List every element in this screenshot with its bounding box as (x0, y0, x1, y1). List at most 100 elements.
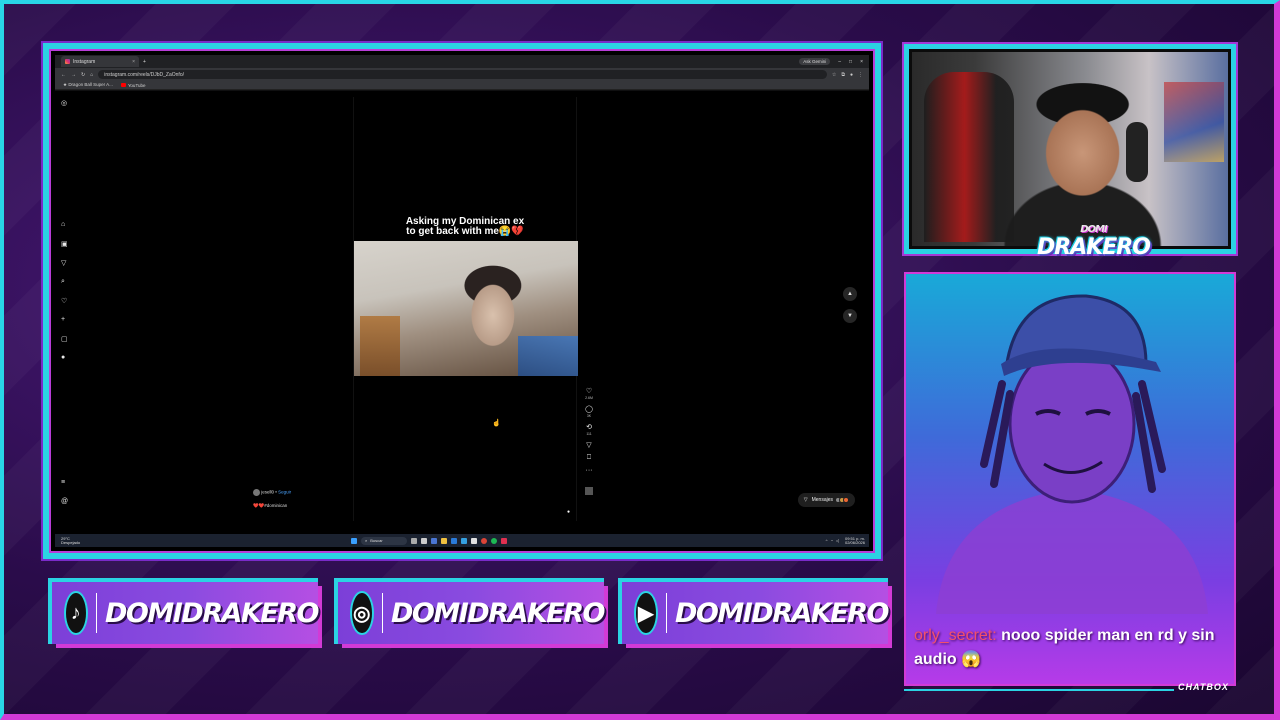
instagram-favicon-icon (65, 59, 70, 64)
taskbar-clock[interactable]: 09:51 p. m. 02/06/2026 (845, 536, 865, 545)
video-background-door (360, 316, 400, 376)
screen-capture-frame: Instagram × + Ask Gemini – □ × ← → ↻ ⌂ i… (43, 43, 881, 559)
app-icon[interactable] (471, 537, 477, 544)
url-text: instagram.com/reels/DJbD_ZaOnfo/ (104, 71, 184, 78)
chat-message: orly_secret: nooo spider man en rd y sin… (914, 624, 1226, 672)
app-icon[interactable] (431, 537, 437, 544)
avatar (843, 497, 849, 503)
maximize-button[interactable]: □ (849, 59, 852, 65)
messages-button[interactable]: ▽ Mensajes (797, 493, 855, 507)
new-tab-button[interactable]: + (143, 59, 146, 65)
menu-icon[interactable]: ≡ (61, 479, 65, 486)
reel-video-frame[interactable] (354, 241, 578, 376)
profile-icon[interactable]: ● (850, 72, 853, 78)
share-icon[interactable]: ▽ (586, 441, 591, 449)
threads-icon[interactable]: @ (61, 498, 68, 505)
reel-author[interactable]: jesell0 • Seguir (253, 489, 291, 496)
instagram-sidebar: ◎ ⌂ ▣ ▽ ⌕ ♡ + ▢ ● ≡ @ (55, 91, 77, 534)
dashboard-icon[interactable]: ▢ (61, 335, 68, 343)
reel-hashtag[interactable]: ❤️❤️#dominican (253, 503, 287, 509)
tab-close-icon[interactable]: × (132, 59, 135, 65)
like-icon[interactable]: ♡ (586, 387, 592, 395)
bookmarks-bar: ★ Dragon Ball Super A... YouTube (55, 81, 869, 90)
save-icon[interactable]: ⎕ (587, 454, 591, 462)
extensions-icon[interactable]: ⧉ (841, 72, 845, 78)
audio-icon[interactable]: ● (567, 509, 570, 515)
social-panel-youtube: ▶ DOMIDRAKERO (618, 578, 890, 644)
video-background-blue (518, 336, 578, 376)
instagram-reels-page: ◎ ⌂ ▣ ▽ ⌕ ♡ + ▢ ● ≡ @ Asking my Dominica… (55, 91, 869, 534)
instagram-icon[interactable]: ◎ (61, 99, 67, 107)
app-icon[interactable] (501, 537, 507, 544)
webcam-feed (912, 52, 1228, 246)
home-icon[interactable]: ⌂ (90, 72, 93, 78)
reload-icon[interactable]: ↻ (81, 72, 85, 78)
next-reel-icon[interactable]: ▼ (843, 309, 857, 323)
taskbar-apps: ⌕ Buscar (351, 536, 507, 545)
minimize-button[interactable]: – (838, 59, 841, 65)
heart-icon[interactable]: ♡ (61, 297, 67, 305)
social-handle: DOMIDRAKERO (391, 597, 606, 629)
channel-logo: DOMI DRAKERO (1037, 224, 1151, 260)
system-tray: ^ ◔ ◁ (826, 538, 839, 543)
reel-actions: ♡ 2.6M ◯ 3K ⟲ 111 ▽ ⎕ ··· (585, 387, 593, 495)
previous-reel-icon[interactable]: ▲ (843, 287, 857, 301)
reels-icon[interactable]: ▣ (61, 240, 68, 248)
divider (381, 593, 383, 633)
comment-count: 3K (586, 414, 592, 418)
chatbox-divider (904, 689, 1174, 691)
comment-icon[interactable]: ◯ (585, 405, 593, 413)
send-icon: ▽ (803, 497, 808, 503)
address-bar-row: ← → ↻ ⌂ instagram.com/reels/DJbD_ZaOnfo/… (55, 68, 869, 81)
social-panel-instagram: ◎ DOMIDRAKERO (334, 578, 606, 644)
chevron-up-icon[interactable]: ^ (826, 538, 828, 543)
volume-icon[interactable]: ◁ (836, 538, 839, 543)
reel-navigation: ▲ ▼ (843, 287, 857, 323)
tiktok-icon: ♪ (66, 593, 86, 633)
explore-icon[interactable]: ▽ (61, 259, 66, 267)
author-avatar[interactable] (253, 489, 260, 496)
audio-thumb-icon[interactable] (585, 487, 593, 495)
social-handle: DOMIDRAKERO (105, 597, 320, 629)
chrome-icon[interactable] (481, 537, 487, 544)
close-window-button[interactable]: × (860, 59, 863, 65)
chatbox-label: CHATBOX (1178, 682, 1229, 692)
app-icon[interactable] (461, 537, 467, 544)
bookmark-icon: ★ (63, 82, 68, 87)
forward-icon[interactable]: → (71, 72, 76, 78)
back-icon[interactable]: ← (61, 72, 66, 78)
reel-player[interactable]: Asking my Dominican ex to get back with … (353, 97, 578, 521)
remix-icon[interactable]: ⟲ (586, 423, 592, 431)
wall-posters (1164, 82, 1224, 162)
app-icon[interactable] (421, 537, 427, 544)
bookmark-item[interactable]: YouTube (120, 83, 146, 88)
star-icon[interactable]: ☆ (832, 72, 836, 78)
tab-instagram[interactable]: Instagram × (61, 56, 139, 67)
weather-widget[interactable]: 29°C Despejado (61, 536, 80, 545)
start-icon[interactable] (351, 537, 357, 544)
youtube-icon: ▶ (636, 593, 656, 633)
home-icon[interactable]: ⌂ (61, 221, 65, 228)
profile-icon[interactable]: ● (61, 354, 65, 361)
url-field[interactable]: instagram.com/reels/DJbD_ZaOnfo/ (98, 70, 827, 79)
youtube-icon (120, 83, 126, 88)
streamer-avatar-illustration (936, 294, 1208, 614)
task-view-icon[interactable] (411, 537, 417, 544)
taskbar-search[interactable]: ⌕ Buscar (361, 536, 407, 545)
tab-bar: Instagram × + Ask Gemini – □ × (55, 55, 869, 68)
edge-icon[interactable] (451, 537, 457, 544)
avatar-panel: orly_secret: nooo spider man en rd y sin… (904, 272, 1236, 686)
more-icon[interactable]: ⋮ (858, 72, 863, 78)
file-explorer-icon[interactable] (441, 537, 447, 544)
search-icon[interactable]: ⌕ (61, 278, 65, 286)
more-icon[interactable]: ··· (586, 467, 593, 474)
bookmark-item[interactable]: ★ Dragon Ball Super A... (63, 82, 113, 88)
follow-button[interactable]: Seguir (278, 490, 291, 495)
divider (95, 593, 97, 633)
share-count: 111 (586, 432, 592, 436)
wifi-icon[interactable]: ◔ (831, 538, 833, 543)
create-icon[interactable]: + (61, 316, 65, 323)
spotify-icon[interactable] (491, 537, 497, 544)
ask-gemini-button[interactable]: Ask Gemini (799, 58, 831, 65)
chat-username: orly_secret: (914, 627, 997, 644)
